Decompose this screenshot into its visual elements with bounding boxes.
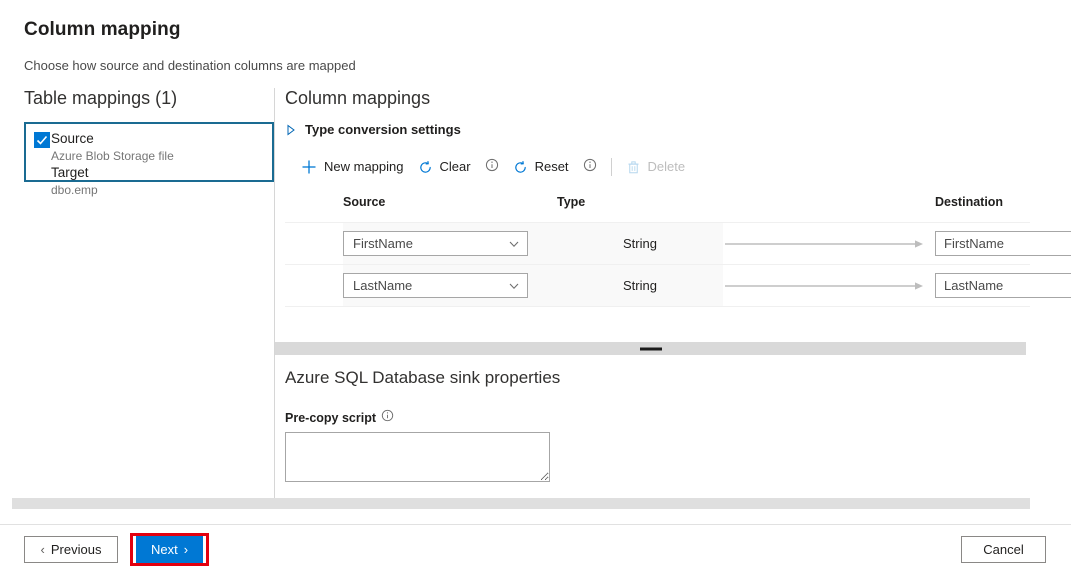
previous-button[interactable]: ‹ Previous — [24, 536, 118, 563]
table-mappings-title: Table mappings (1) — [24, 86, 274, 110]
clear-label: Clear — [440, 159, 471, 175]
source-column-dropdown[interactable]: LastName — [343, 273, 528, 298]
precopy-script-textarea[interactable] — [285, 432, 550, 482]
column-mappings-grid: Source Type Destination FirstName — [285, 191, 1030, 321]
cancel-label: Cancel — [983, 542, 1023, 557]
mapping-arrow-icon — [723, 281, 935, 291]
cancel-button[interactable]: Cancel — [961, 536, 1046, 563]
destination-column-input[interactable] — [935, 273, 1071, 298]
row-type-cell: String — [557, 223, 723, 264]
new-mapping-button[interactable]: New mapping — [301, 155, 404, 179]
card-source-label: Source — [51, 130, 94, 147]
row-type-value: String — [557, 236, 723, 251]
mappings-toolbar: New mapping Clear — [285, 155, 1071, 179]
mapping-arrow-icon — [723, 239, 935, 249]
grid-body: FirstName String — [285, 222, 1030, 321]
row-type-cell: String — [557, 265, 723, 306]
grid-header-source: Source — [343, 195, 557, 209]
card-target-value: dbo.emp — [51, 182, 264, 198]
source-column-value: FirstName — [353, 236, 413, 251]
row-destination-cell — [935, 273, 1071, 298]
row-type-value: String — [557, 278, 723, 293]
column-mappings-title: Column mappings — [285, 86, 1071, 110]
grid-header-type: Type — [557, 195, 723, 209]
table-row[interactable]: FirstName String — [285, 223, 1030, 265]
sink-properties-section: Azure SQL Database sink properties Pre-c… — [285, 367, 560, 487]
reset-info-icon[interactable] — [583, 158, 597, 177]
table-mapping-checkbox[interactable] — [34, 132, 50, 148]
row-arrow-cell — [723, 281, 935, 291]
type-conversion-settings-expander[interactable]: Type conversion settings — [285, 122, 465, 138]
trash-icon — [626, 160, 648, 175]
delete-button: Delete — [626, 155, 686, 179]
previous-label: Previous — [51, 542, 102, 557]
card-source-value: Azure Blob Storage file — [51, 148, 264, 164]
clear-info-icon[interactable] — [485, 158, 499, 177]
next-button-highlight-annotation — [130, 533, 209, 566]
refresh-icon — [513, 160, 535, 175]
chevron-down-icon — [508, 280, 520, 292]
row-destination-cell — [935, 231, 1071, 256]
table-row[interactable]: LastName String — [285, 265, 1030, 307]
precopy-script-info-icon[interactable] — [381, 409, 394, 427]
table-mapping-card[interactable]: Source Azure Blob Storage file Target db… — [24, 122, 274, 182]
toolbar-separator — [611, 158, 612, 176]
clear-button[interactable]: Clear — [418, 155, 471, 179]
precopy-script-label-row: Pre-copy script — [285, 409, 560, 427]
horizontal-splitter[interactable] — [275, 342, 1026, 355]
horizontal-scrollbar[interactable] — [12, 498, 1030, 509]
source-column-dropdown[interactable]: FirstName — [343, 231, 528, 256]
page-header: Column mapping Choose how source and des… — [0, 0, 1071, 74]
table-mappings-pane: Table mappings (1) Source Azure Blob Sto… — [24, 86, 274, 182]
row-source-cell: FirstName — [343, 223, 557, 264]
type-conversion-settings-label: Type conversion settings — [305, 122, 461, 138]
row-arrow-cell — [723, 239, 935, 249]
precopy-script-label: Pre-copy script — [285, 410, 376, 426]
plus-icon — [301, 159, 324, 175]
sink-properties-title: Azure SQL Database sink properties — [285, 367, 560, 389]
reset-label: Reset — [535, 159, 569, 175]
grid-empty-tail — [285, 307, 1030, 321]
chevron-left-icon: ‹ — [41, 542, 45, 557]
page-title: Column mapping — [24, 18, 1071, 42]
row-source-cell: LastName — [343, 265, 557, 306]
grid-header-destination: Destination — [935, 195, 1071, 209]
chevron-down-icon — [508, 238, 520, 250]
column-mappings-pane: Column mappings Type conversion settings… — [285, 86, 1071, 321]
reset-button[interactable]: Reset — [513, 155, 569, 179]
grid-header-row: Source Type Destination — [285, 191, 1030, 213]
chevron-right-icon — [285, 124, 305, 136]
page-subtitle: Choose how source and destination column… — [24, 58, 1071, 74]
new-mapping-label: New mapping — [324, 159, 404, 175]
panel-divider — [274, 88, 275, 503]
splitter-grab-handle[interactable] — [640, 347, 662, 350]
delete-label: Delete — [648, 159, 686, 175]
source-column-value: LastName — [353, 278, 412, 293]
refresh-icon — [418, 160, 440, 175]
card-target-label: Target — [51, 164, 264, 182]
body-area: Table mappings (1) Source Azure Blob Sto… — [0, 86, 1071, 573]
destination-column-input[interactable] — [935, 231, 1071, 256]
